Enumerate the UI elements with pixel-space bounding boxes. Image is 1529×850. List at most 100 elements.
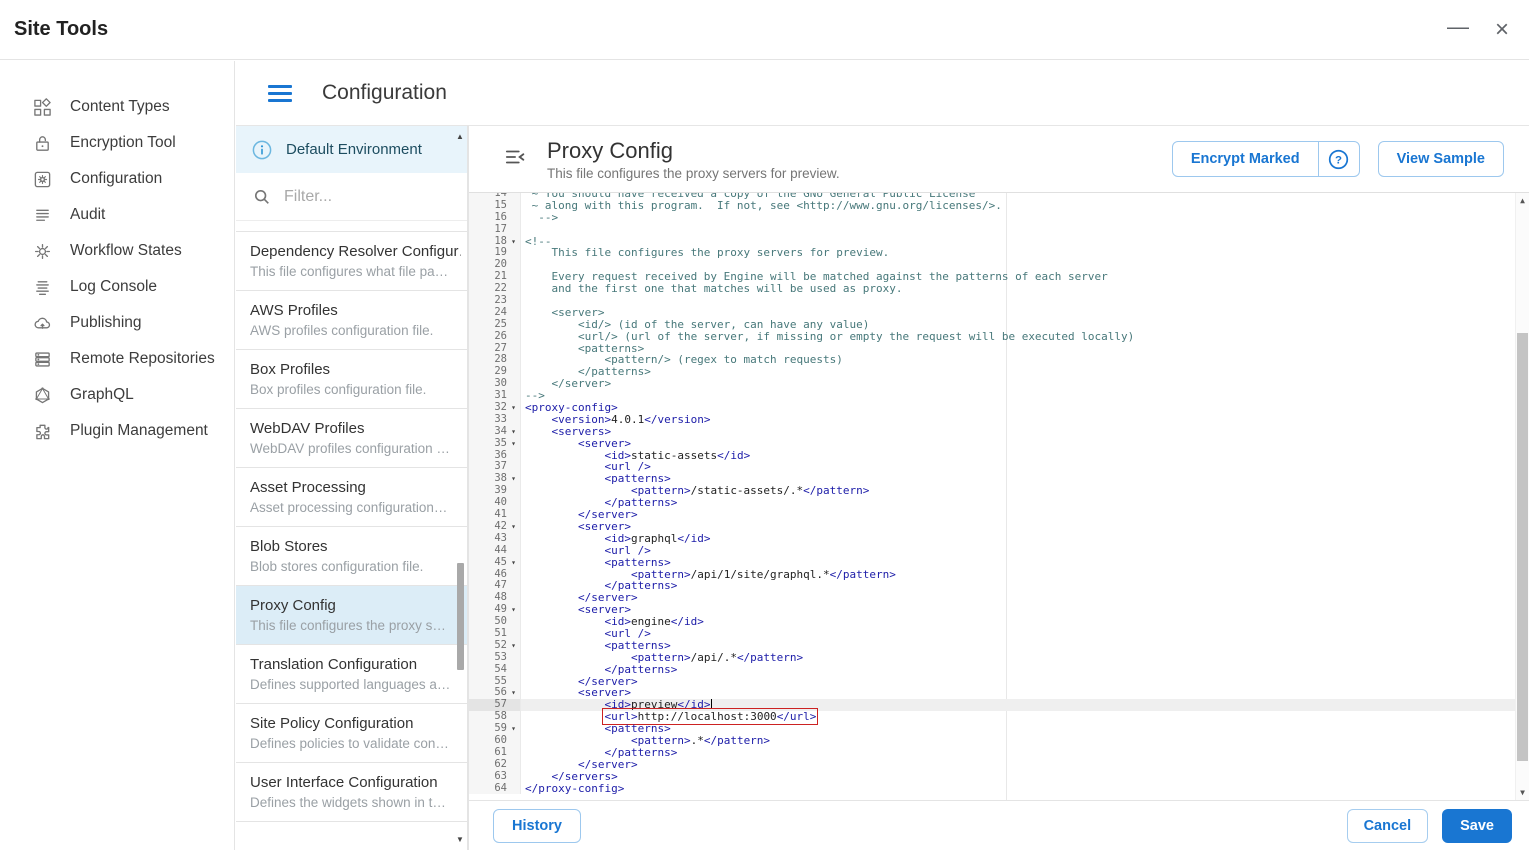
code-line[interactable]: 15 ~ along with this program. If not, se… [469,200,1515,212]
code-line[interactable]: 31--> [469,390,1515,402]
fold-arrow-icon[interactable]: ▾ [507,473,520,485]
scrollbar-thumb[interactable] [1517,333,1528,761]
sidebar-item-plugin-management[interactable]: Plugin Management [0,413,234,449]
code-line[interactable]: 22 and the first one that matches will b… [469,283,1515,295]
code-line[interactable]: 16 --> [469,212,1515,224]
sidebar-item-log-console[interactable]: Log Console [0,269,234,305]
close-icon[interactable]: × [1495,18,1509,42]
menu-icon[interactable] [268,85,292,102]
config-file-item[interactable]: Box ProfilesBox profiles configuration f… [236,350,467,409]
gutter-cell[interactable]: 15 [469,200,521,212]
gutter-cell[interactable]: 45▾ [469,557,521,569]
scroll-down-icon[interactable]: ▼ [1516,788,1529,797]
sidebar-item-graphql[interactable]: GraphQL [0,377,234,413]
fold-spacer [507,652,520,664]
view-sample-button[interactable]: View Sample [1378,141,1504,177]
code-editor[interactable]: 14 ~ You should have received a copy of … [469,193,1529,800]
info-icon[interactable] [252,140,272,160]
config-file-description: Defines supported languages a… [250,675,461,694]
gutter-cell[interactable]: 24 [469,307,521,319]
cancel-button[interactable]: Cancel [1347,809,1429,843]
sidebar-item-encryption-tool[interactable]: Encryption Tool [0,125,234,161]
config-file-item[interactable]: Translation ConfigurationDefines support… [236,645,467,704]
config-file-item[interactable]: Blob StoresBlob stores configuration fil… [236,527,467,586]
gutter-cell[interactable]: 34▾ [469,426,521,438]
sidebar-item-configuration[interactable]: Configuration [0,161,234,197]
encrypt-marked-button[interactable]: Encrypt Marked [1173,142,1318,176]
fold-arrow-icon[interactable]: ▾ [507,236,520,248]
fold-arrow-icon[interactable]: ▾ [507,402,520,414]
fold-arrow-icon[interactable]: ▾ [507,640,520,652]
code-line[interactable]: 23 [469,295,1515,307]
sidebar-item-content-types[interactable]: Content Types [0,89,234,125]
code-line[interactable]: 33 <version>4.0.1</version> [469,414,1515,426]
editor-header: Proxy Config This file configures the pr… [469,126,1529,193]
sidebar-item-remote-repositories[interactable]: Remote Repositories [0,341,234,377]
config-file-item[interactable]: Asset ProcessingAsset processing configu… [236,468,467,527]
config-file-item[interactable]: WebDAV ProfilesWebDAV profiles configura… [236,409,467,468]
gutter-cell[interactable]: 17 [469,224,521,236]
fold-arrow-icon[interactable]: ▾ [507,723,520,735]
code-line[interactable]: 52▾ <patterns> [469,640,1515,652]
config-file-item[interactable]: AWS ProfilesAWS profiles configuration f… [236,291,467,350]
gutter-cell[interactable]: 63 [469,771,521,783]
gutter-cell[interactable]: 61 [469,747,521,759]
gutter-cell[interactable]: 25 [469,319,521,331]
config-file-title: Asset Processing [250,477,461,498]
code-line[interactable]: 62 </server> [469,759,1515,771]
sidebar-item-workflow-states[interactable]: Workflow States [0,233,234,269]
fold-arrow-icon[interactable]: ▾ [507,438,520,450]
config-file-item-selected[interactable]: Proxy ConfigThis file configures the pro… [236,586,467,645]
fold-arrow-icon[interactable]: ▾ [507,687,520,699]
sidebar-item-publishing[interactable]: Publishing [0,305,234,341]
help-icon[interactable]: ? [1319,142,1359,176]
gutter-cell[interactable]: 62 [469,759,521,771]
fold-arrow-icon[interactable]: ▾ [507,521,520,533]
fold-spacer [507,331,520,343]
filter-input[interactable] [284,188,444,206]
history-button[interactable]: History [493,809,581,843]
gutter-cell[interactable]: 64 [469,783,521,795]
list-scrollbar[interactable]: ▲ ▼ [454,130,466,846]
code-line[interactable]: 45▾ <patterns> [469,557,1515,569]
code-line[interactable]: 29 </patterns> [469,366,1515,378]
gutter-cell[interactable]: 53 [469,652,521,664]
fold-spacer [507,735,520,747]
config-file-item[interactable]: Site Policy ConfigurationDefines policie… [236,704,467,763]
fold-spacer [507,354,520,366]
minimize-icon[interactable]: — [1447,15,1469,39]
sidebar-item-label: Audit [70,206,105,224]
scroll-up-icon[interactable]: ▲ [1516,196,1529,205]
config-files-panel: Default Environment Dependency Resolver … [236,125,468,850]
fold-arrow-icon[interactable]: ▾ [507,604,520,616]
fold-spacer [507,224,520,236]
fold-spacer [507,676,520,688]
fold-arrow-icon[interactable]: ▾ [507,557,520,569]
code-line[interactable]: 63 </servers> [469,771,1515,783]
scroll-down-icon[interactable]: ▼ [454,835,466,844]
code-line[interactable]: 64</proxy-config> [469,783,1515,795]
config-file-item[interactable]: User Interface ConfigurationDefines the … [236,763,467,822]
gutter-cell[interactable]: 44 [469,545,521,557]
code-line[interactable]: 19 This file configures the proxy server… [469,247,1515,259]
gutter-cell[interactable]: 52▾ [469,640,521,652]
gutter-cell[interactable]: 16 [469,212,521,224]
code-line[interactable]: 30 </server> [469,378,1515,390]
config-file-item[interactable]: Dependency Resolver Configur…This file c… [236,232,467,291]
list-item-clipped[interactable] [236,221,467,232]
collapse-panel-icon[interactable] [505,148,527,171]
code-line[interactable]: 17 [469,224,1515,236]
scrollbar-thumb[interactable] [457,563,464,670]
app-title: Site Tools [14,18,108,41]
editor-scrollbar[interactable]: ▲ ▼ [1515,193,1529,800]
audit-lines-icon [32,205,52,225]
gutter-cell[interactable]: 26 [469,331,521,343]
gutter-cell[interactable]: 43 [469,533,521,545]
gutter-cell[interactable]: 35▾ [469,438,521,450]
gutter-cell[interactable]: 54 [469,664,521,676]
sidebar-item-audit[interactable]: Audit [0,197,234,233]
save-button[interactable]: Save [1442,809,1512,843]
sidebar-item-label: Configuration [70,170,162,188]
scroll-up-icon[interactable]: ▲ [454,132,466,141]
fold-arrow-icon[interactable]: ▾ [507,426,520,438]
